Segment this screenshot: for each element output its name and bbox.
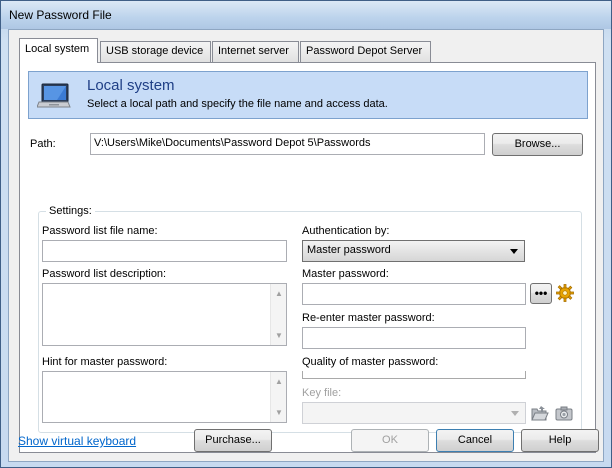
master-password-label: Master password: (302, 268, 389, 280)
hint-textarea[interactable]: ▲ ▼ (42, 371, 287, 423)
banner-subtitle: Select a local path and specify the file… (87, 98, 388, 110)
tab-usb-storage-device[interactable]: USB storage device (100, 41, 211, 62)
ok-button[interactable]: OK (351, 429, 429, 452)
settings-legend: Settings: (46, 205, 95, 217)
hint-scrollbar[interactable]: ▲ ▼ (270, 372, 286, 422)
title-bar[interactable]: New Password File (1, 1, 611, 29)
quality-meter (302, 371, 526, 379)
tab-panel-local-system: Local system Select a local path and spe… (19, 62, 596, 453)
reenter-password-input[interactable] (302, 327, 526, 349)
file-name-label: Password list file name: (42, 225, 158, 237)
show-password-button[interactable]: ••• (530, 283, 552, 304)
tab-local-system[interactable]: Local system (19, 38, 98, 63)
header-banner: Local system Select a local path and spe… (28, 71, 588, 119)
reenter-label: Re-enter master password: (302, 312, 435, 324)
more-dots-icon: ••• (534, 286, 548, 300)
show-virtual-keyboard-link[interactable]: Show virtual keyboard (18, 434, 136, 448)
description-scrollbar[interactable]: ▲ ▼ (270, 284, 286, 345)
chevron-down-icon (511, 411, 519, 416)
scroll-up-arrow-icon[interactable]: ▲ (275, 289, 283, 298)
scroll-down-arrow-icon[interactable]: ▼ (275, 331, 283, 340)
scroll-down-arrow-icon[interactable]: ▼ (275, 408, 283, 417)
browse-button[interactable]: Browse... (492, 133, 583, 156)
description-label: Password list description: (42, 268, 167, 280)
dialog-client-area: Local system USB storage device Internet… (8, 29, 604, 462)
key-file-select[interactable] (302, 402, 526, 424)
cancel-button[interactable]: Cancel (436, 429, 514, 452)
quality-label: Quality of master password: (302, 356, 439, 368)
tab-password-depot-server[interactable]: Password Depot Server (300, 41, 431, 62)
auth-select[interactable]: Master password (302, 240, 525, 262)
path-label: Path: (30, 138, 56, 150)
help-button[interactable]: Help (521, 429, 599, 452)
monitor-icon (36, 82, 71, 113)
gear-icon[interactable] (556, 284, 574, 305)
path-input[interactable]: V:\Users\Mike\Documents\Password Depot 5… (90, 133, 485, 155)
camera-icon[interactable] (555, 404, 573, 425)
folder-open-icon[interactable] (531, 404, 549, 425)
hint-label: Hint for master password: (42, 356, 168, 368)
chevron-down-icon (510, 249, 518, 254)
new-password-file-dialog: New Password File Local system USB stora… (0, 0, 612, 468)
file-name-input[interactable] (42, 240, 287, 262)
auth-label: Authentication by: (302, 225, 390, 237)
scroll-up-arrow-icon[interactable]: ▲ (275, 377, 283, 386)
master-password-input[interactable] (302, 283, 526, 305)
tab-internet-server[interactable]: Internet server (212, 41, 299, 62)
banner-title: Local system (87, 77, 175, 94)
purchase-button[interactable]: Purchase... (194, 429, 272, 452)
description-textarea[interactable]: ▲ ▼ (42, 283, 287, 346)
auth-selected-value: Master password (307, 244, 391, 256)
key-file-label: Key file: (302, 387, 342, 399)
window-title: New Password File (9, 8, 112, 22)
